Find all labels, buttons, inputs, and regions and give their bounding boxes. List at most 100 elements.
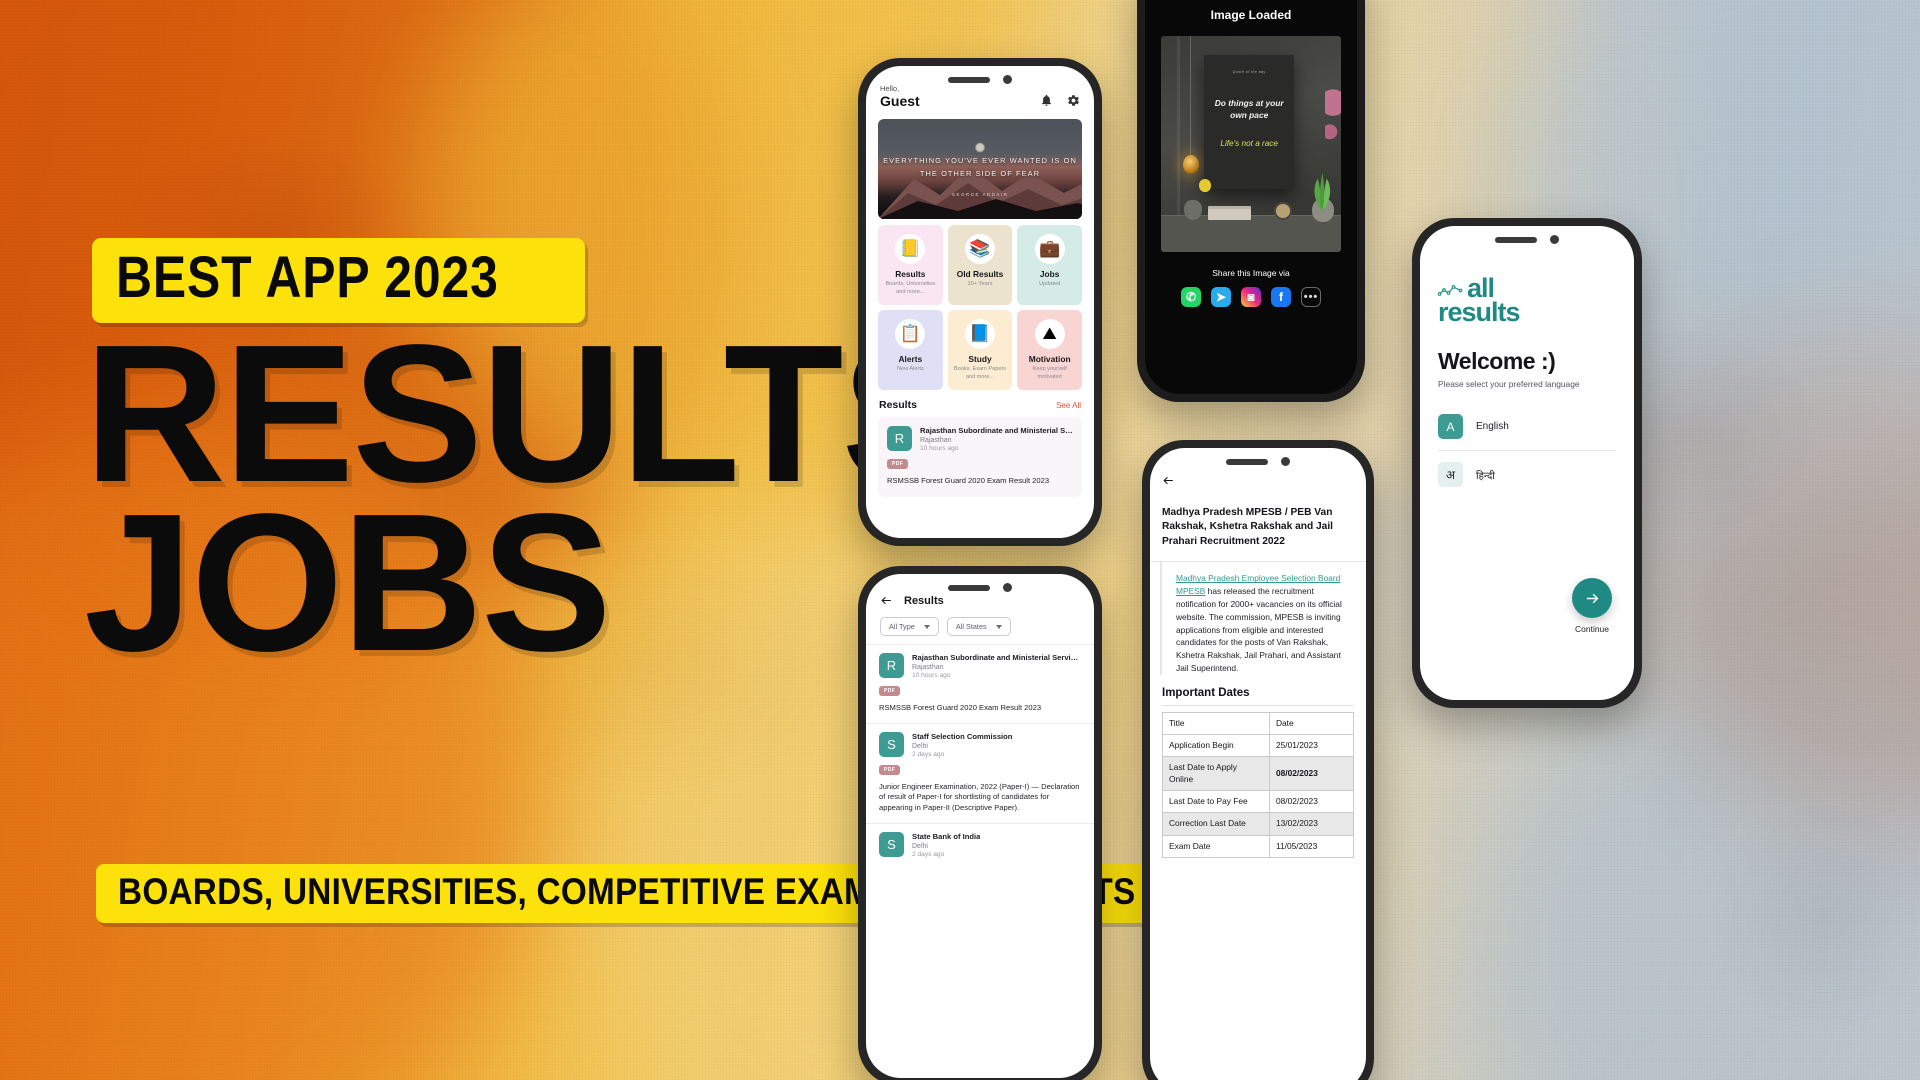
phone-home-screen: Hello, Guest EVERYTHING YOU'VE EVER WANT… bbox=[858, 58, 1102, 546]
continue-button[interactable] bbox=[1572, 578, 1612, 618]
promo-panel: BEST APP 2023 RESULTS JOBS BOARDS, UNIVE… bbox=[0, 0, 1271, 1080]
quote-canvas: Quote of the day Do things at your own p… bbox=[1204, 55, 1295, 190]
chevron-down-icon bbox=[995, 624, 1002, 629]
tile-results[interactable]: 📒 Results Boards, Universities and more.… bbox=[878, 225, 943, 306]
bell-icon[interactable] bbox=[1040, 94, 1053, 107]
language-badge: अ bbox=[1438, 462, 1463, 488]
pdf-badge: PDF bbox=[879, 764, 901, 775]
list-item[interactable]: S Staff Selection Commission Delhi 2 day… bbox=[866, 722, 1094, 823]
phone-welcome-screen: all results Welcome :) Please select you… bbox=[1412, 218, 1642, 708]
phone-detail-screen: Madhya Pradesh MPESB / PEB Van Rakshak, … bbox=[1142, 440, 1374, 1080]
whatsapp-icon[interactable]: ✆ bbox=[1181, 287, 1201, 307]
tile-title: Study bbox=[968, 354, 992, 365]
result-card[interactable]: R Rajasthan Subordinate and Ministerial … bbox=[878, 417, 1082, 498]
language-label: English bbox=[1476, 421, 1509, 433]
back-arrow-icon[interactable] bbox=[1162, 474, 1175, 487]
list-item[interactable]: R Rajasthan Subordinate and Ministerial … bbox=[866, 644, 1094, 723]
briefcase-icon: 💼 bbox=[1034, 234, 1065, 265]
tile-title: Jobs bbox=[1039, 269, 1060, 280]
filter-all-states[interactable]: All States bbox=[946, 617, 1011, 636]
cell-title: Correction Last Date bbox=[1162, 812, 1270, 836]
back-arrow-icon[interactable] bbox=[880, 594, 893, 607]
cell-date: 08/02/2023 bbox=[1268, 756, 1355, 791]
quote-author: GEORGE ADDAIR bbox=[951, 192, 1009, 198]
filter-all-type[interactable]: All Type bbox=[880, 617, 939, 636]
gear-icon[interactable] bbox=[1067, 94, 1080, 107]
tile-title: Motivation bbox=[1028, 354, 1071, 365]
instagram-icon[interactable]: ◙ bbox=[1241, 287, 1261, 307]
cell-date: 11/05/2023 bbox=[1268, 834, 1355, 858]
tile-old-results[interactable]: 📚 Old Results 10+ Years bbox=[947, 225, 1013, 306]
continue-area: Continue bbox=[1572, 578, 1612, 634]
facebook-icon[interactable]: f bbox=[1271, 287, 1291, 307]
tile-subtitle: Books, Exam Papers and more... bbox=[953, 366, 1007, 380]
chevron-down-icon bbox=[923, 624, 930, 629]
result-time: 10 hours ago bbox=[920, 445, 959, 453]
tile-title: Old Results bbox=[956, 269, 1004, 280]
book-stack-icon: 📘 bbox=[964, 319, 995, 350]
result-time: 2 days ago bbox=[912, 750, 945, 758]
language-option-hindi[interactable]: अ हिन्दी bbox=[1438, 450, 1616, 498]
tile-motivation[interactable]: ⛰ Motivation Keep yourself motivated bbox=[1017, 310, 1082, 391]
flower-branch-icon bbox=[1324, 87, 1341, 162]
page-title: RESULTS JOBS bbox=[84, 316, 972, 692]
result-org: Staff Selection Commission bbox=[912, 731, 1013, 741]
filter-label: All States bbox=[955, 622, 987, 631]
column-header-date: Date bbox=[1268, 711, 1355, 735]
category-tile-grid: 📒 Results Boards, Universities and more.… bbox=[866, 219, 1094, 391]
tile-alerts[interactable]: 📋 Alerts New Alerts bbox=[878, 310, 943, 391]
see-all-link[interactable]: See All bbox=[1056, 401, 1081, 410]
divider bbox=[1162, 704, 1354, 706]
language-label: हिन्दी bbox=[1476, 470, 1495, 482]
tile-study[interactable]: 📘 Study Books, Exam Papers and more... bbox=[947, 310, 1013, 391]
table-row: Application Begin 25/01/2023 bbox=[1162, 733, 1355, 758]
logo-line-1: all bbox=[1467, 273, 1495, 303]
welcome-heading: Welcome :) bbox=[1438, 348, 1556, 375]
arrow-right-icon bbox=[1586, 593, 1598, 603]
tile-jobs[interactable]: 💼 Jobs Updated bbox=[1017, 225, 1082, 306]
cell-title: Last Date to Apply Online bbox=[1162, 756, 1270, 791]
clipboard-icon: 📋 bbox=[895, 319, 926, 350]
result-org: State Bank of India bbox=[912, 831, 981, 841]
more-icon[interactable]: ••• bbox=[1301, 287, 1321, 307]
tile-subtitle: Boards, Universities and more... bbox=[885, 281, 936, 295]
cell-date: 08/02/2023 bbox=[1268, 789, 1355, 814]
table-header-row: Title Date bbox=[1162, 711, 1355, 735]
books-icon: 📚 bbox=[964, 234, 995, 265]
list-item[interactable]: S State Bank of India Delhi 2 days ago bbox=[866, 822, 1094, 867]
avatar: R bbox=[887, 426, 912, 452]
motivational-quote-banner[interactable]: EVERYTHING YOU'VE EVER WANTED IS ON THE … bbox=[878, 119, 1082, 220]
table-row: Last Date to Apply Online 08/02/2023 bbox=[1162, 756, 1355, 791]
books-icon bbox=[1207, 208, 1251, 220]
results-list-header: Results bbox=[866, 574, 1094, 615]
logo-line-2: results bbox=[1438, 297, 1521, 328]
quote-text: EVERYTHING YOU'VE EVER WANTED IS ON THE … bbox=[883, 156, 1077, 179]
result-time: 10 hours ago bbox=[912, 672, 951, 679]
language-option-english[interactable]: A English bbox=[1438, 403, 1616, 450]
notebook-icon: 📒 bbox=[895, 234, 926, 265]
welcome-subheading: Please select your preferred language bbox=[1438, 379, 1580, 390]
detail-body-text: has released the recruitment notificatio… bbox=[1176, 586, 1342, 673]
cell-date: 25/01/2023 bbox=[1268, 733, 1355, 758]
telegram-icon[interactable]: ➤ bbox=[1211, 287, 1231, 307]
artwork-line-1: Do things at your own pace bbox=[1214, 98, 1284, 120]
result-state: Rajasthan bbox=[920, 437, 952, 445]
table-row: Last Date to Pay Fee 08/02/2023 bbox=[1162, 789, 1355, 814]
user-name: Guest bbox=[880, 92, 920, 109]
tile-title: Results bbox=[895, 269, 926, 280]
result-description: Junior Engineer Examination, 2022 (Paper… bbox=[879, 781, 1080, 812]
home-header: Hello, Guest bbox=[866, 66, 1094, 115]
device-notch bbox=[1495, 235, 1559, 244]
tile-subtitle: Keep yourself motivated bbox=[1032, 366, 1067, 380]
watch-icon bbox=[1274, 202, 1293, 220]
result-description: RSMSSB Forest Guard 2020 Exam Result 202… bbox=[879, 703, 1042, 712]
headline-line-2: JOBS bbox=[84, 472, 612, 692]
tile-subtitle: New Alerts bbox=[896, 366, 924, 373]
result-time: 2 days ago bbox=[912, 850, 945, 858]
avatar: S bbox=[879, 731, 904, 757]
device-notch bbox=[948, 75, 1012, 84]
result-state: Rajasthan bbox=[912, 664, 944, 671]
artwork-line-2: Life's not a race bbox=[1220, 139, 1278, 149]
pdf-badge: PDF bbox=[879, 686, 901, 696]
device-notch bbox=[948, 583, 1012, 592]
